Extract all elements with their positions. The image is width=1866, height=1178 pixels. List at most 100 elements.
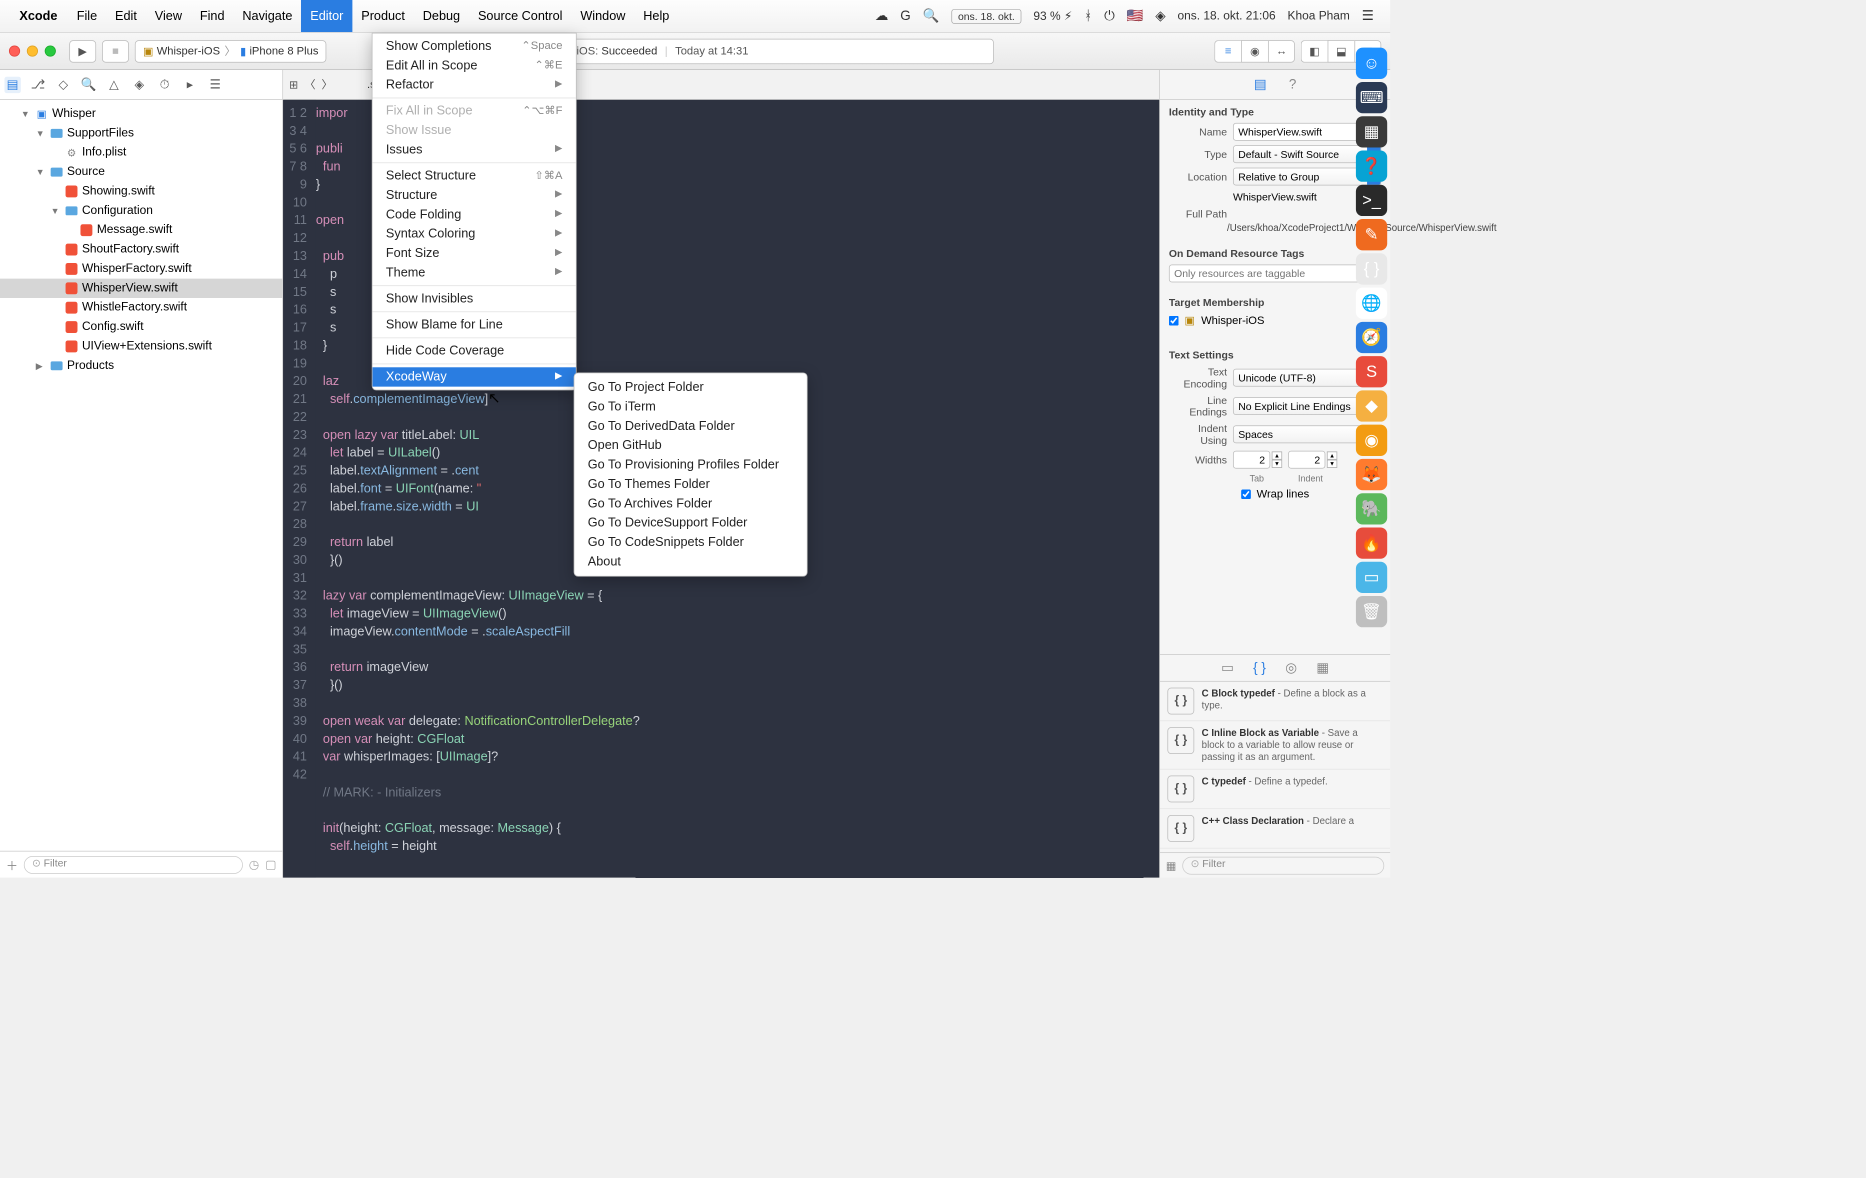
media-tab[interactable]: ▦: [1316, 660, 1329, 676]
forward-button[interactable]: 〉: [322, 77, 333, 93]
menu-help[interactable]: Help: [634, 0, 678, 32]
tree-item[interactable]: ▼SupportFiles: [0, 124, 282, 143]
test-navigator-tab[interactable]: ◈: [131, 76, 147, 92]
bluetooth-icon[interactable]: ᚼ: [1084, 8, 1092, 24]
wrap-lines-checkbox[interactable]: [1241, 489, 1251, 499]
dock-app-icon[interactable]: 🦊: [1356, 459, 1387, 490]
library-filter-input[interactable]: ⊙ Filter: [1182, 856, 1384, 874]
symbol-navigator-tab[interactable]: ◇: [55, 76, 71, 92]
close-button[interactable]: [9, 45, 20, 56]
menu-file[interactable]: File: [68, 0, 106, 32]
dock-app-icon[interactable]: >_: [1356, 185, 1387, 216]
tab-width-stepper[interactable]: ▲▼: [1272, 451, 1282, 467]
back-button[interactable]: 〈: [304, 77, 315, 93]
dock-app-icon[interactable]: S: [1356, 356, 1387, 387]
tree-item[interactable]: UIView+Extensions.swift: [0, 337, 282, 356]
menu-item[interactable]: Theme▶: [373, 263, 576, 282]
scheme-selector[interactable]: ▣ Whisper-iOS 〉 ▮ iPhone 8 Plus: [135, 40, 327, 62]
menu-item[interactable]: Show Completions⌃Space: [373, 37, 576, 56]
menu-item[interactable]: Hide Code Coverage: [373, 341, 576, 360]
tree-item[interactable]: WhisperFactory.swift: [0, 259, 282, 278]
tab-width-input[interactable]: [1233, 451, 1270, 469]
standard-editor-button[interactable]: ≡: [1214, 40, 1241, 62]
submenu-item[interactable]: Go To DeviceSupport Folder: [574, 513, 806, 532]
user-name[interactable]: Khoa Pham: [1288, 9, 1350, 22]
dock-app-icon[interactable]: ◉: [1356, 425, 1387, 456]
editor-menu-dropdown[interactable]: Show Completions⌃SpaceEdit All in Scope⌃…: [372, 33, 577, 391]
submenu-item[interactable]: Go To Archives Folder: [574, 494, 806, 513]
submenu-item[interactable]: Go To Themes Folder: [574, 475, 806, 494]
menu-item[interactable]: Show Blame for Line: [373, 315, 576, 334]
issue-navigator-tab[interactable]: △: [106, 76, 122, 92]
dock-app-icon[interactable]: { }: [1356, 253, 1387, 284]
submenu-item[interactable]: Go To iTerm: [574, 397, 806, 416]
library-item[interactable]: { }C Inline Block as Variable - Save a b…: [1160, 721, 1390, 769]
menu-item[interactable]: XcodeWay▶: [373, 367, 576, 386]
report-navigator-tab[interactable]: ☰: [207, 76, 223, 92]
calendar-widget[interactable]: ons. 18. okt.: [951, 9, 1021, 24]
library-item[interactable]: { }C typedef - Define a typedef.: [1160, 770, 1390, 809]
menu-item[interactable]: Edit All in Scope⌃⌘E: [373, 56, 576, 75]
assistant-editor-button[interactable]: ◉: [1241, 40, 1268, 62]
navigator-filter-input[interactable]: ⊙ Filter: [24, 856, 243, 874]
library-list[interactable]: { }C Block typedef - Define a block as a…: [1160, 682, 1390, 853]
wifi-icon[interactable]: ◈: [1155, 8, 1165, 24]
xcodeway-submenu[interactable]: Go To Project FolderGo To iTermGo To Der…: [574, 373, 808, 577]
zoom-button[interactable]: [45, 45, 56, 56]
menu-window[interactable]: Window: [571, 0, 634, 32]
version-editor-button[interactable]: ↔: [1268, 40, 1295, 62]
toggle-navigator-button[interactable]: ◧: [1301, 40, 1328, 62]
macos-dock[interactable]: ☺⌨▦❓>_✎{ }🌐🧭S◆◉🦊🐘🔥▭🗑: [1353, 45, 1390, 631]
toggle-debug-button[interactable]: ⬓: [1328, 40, 1355, 62]
find-navigator-tab[interactable]: 🔍: [80, 76, 96, 92]
submenu-item[interactable]: Go To Project Folder: [574, 378, 806, 397]
spotlight-icon[interactable]: 🔍: [923, 8, 940, 24]
menu-source-control[interactable]: Source Control: [469, 0, 571, 32]
dock-app-icon[interactable]: ▦: [1356, 116, 1387, 147]
submenu-item[interactable]: Go To CodeSnippets Folder: [574, 533, 806, 552]
menu-view[interactable]: View: [146, 0, 191, 32]
source-control-navigator-tab[interactable]: ⎇: [30, 76, 46, 92]
submenu-item[interactable]: About: [574, 552, 806, 571]
dock-app-icon[interactable]: ✎: [1356, 219, 1387, 250]
dock-app-icon[interactable]: 🗑: [1356, 596, 1387, 627]
tree-item[interactable]: ⚙Info.plist: [0, 143, 282, 162]
related-items-button[interactable]: ⊞: [289, 78, 298, 91]
indent-width-stepper[interactable]: ▲▼: [1327, 451, 1337, 467]
tree-item[interactable]: WhistleFactory.swift: [0, 298, 282, 317]
dock-app-icon[interactable]: ⌨: [1356, 82, 1387, 113]
menu-product[interactable]: Product: [352, 0, 414, 32]
menu-editor[interactable]: Editor: [301, 0, 352, 32]
menu-item[interactable]: Issues▶: [373, 140, 576, 159]
code-snippet-tab[interactable]: { }: [1253, 660, 1266, 676]
object-tab[interactable]: ◎: [1285, 660, 1297, 676]
run-button[interactable]: ▶: [69, 40, 96, 62]
project-tree[interactable]: ▼▣Whisper ▼SupportFiles⚙Info.plist▼Sourc…: [0, 100, 282, 851]
menu-item[interactable]: Font Size▶: [373, 244, 576, 263]
tree-project-root[interactable]: ▼▣Whisper: [0, 104, 282, 123]
tree-item[interactable]: ShoutFactory.swift: [0, 240, 282, 259]
dock-app-icon[interactable]: 🌐: [1356, 288, 1387, 319]
cloud-icon[interactable]: ☁︎: [875, 8, 888, 24]
submenu-item[interactable]: Open GitHub: [574, 436, 806, 455]
help-inspector-tab[interactable]: ?: [1289, 77, 1296, 93]
library-grid-button[interactable]: ▦: [1166, 859, 1177, 872]
dock-app-icon[interactable]: 🔥: [1356, 527, 1387, 558]
recent-filter-button[interactable]: ◷: [249, 857, 259, 872]
tree-item[interactable]: ▶Products: [0, 356, 282, 375]
menu-debug[interactable]: Debug: [414, 0, 469, 32]
menu-item[interactable]: Code Folding▶: [373, 205, 576, 224]
tree-item[interactable]: Showing.swift: [0, 182, 282, 201]
menu-item[interactable]: Structure▶: [373, 186, 576, 205]
target-checkbox[interactable]: [1169, 316, 1179, 326]
menubar-app-name[interactable]: Xcode: [19, 9, 57, 24]
tree-item[interactable]: WhisperView.swift: [0, 279, 282, 298]
library-item[interactable]: { }C++ Class Declaration - Declare a: [1160, 809, 1390, 848]
project-navigator-tab[interactable]: ▤: [4, 76, 20, 92]
tree-item[interactable]: Config.swift: [0, 317, 282, 336]
file-template-tab[interactable]: ▭: [1221, 660, 1234, 676]
breakpoint-navigator-tab[interactable]: ▸: [182, 76, 198, 92]
notification-center-icon[interactable]: ☰: [1362, 8, 1374, 24]
menu-item[interactable]: Show Invisibles: [373, 289, 576, 308]
file-inspector-tab[interactable]: ▤: [1254, 77, 1267, 93]
